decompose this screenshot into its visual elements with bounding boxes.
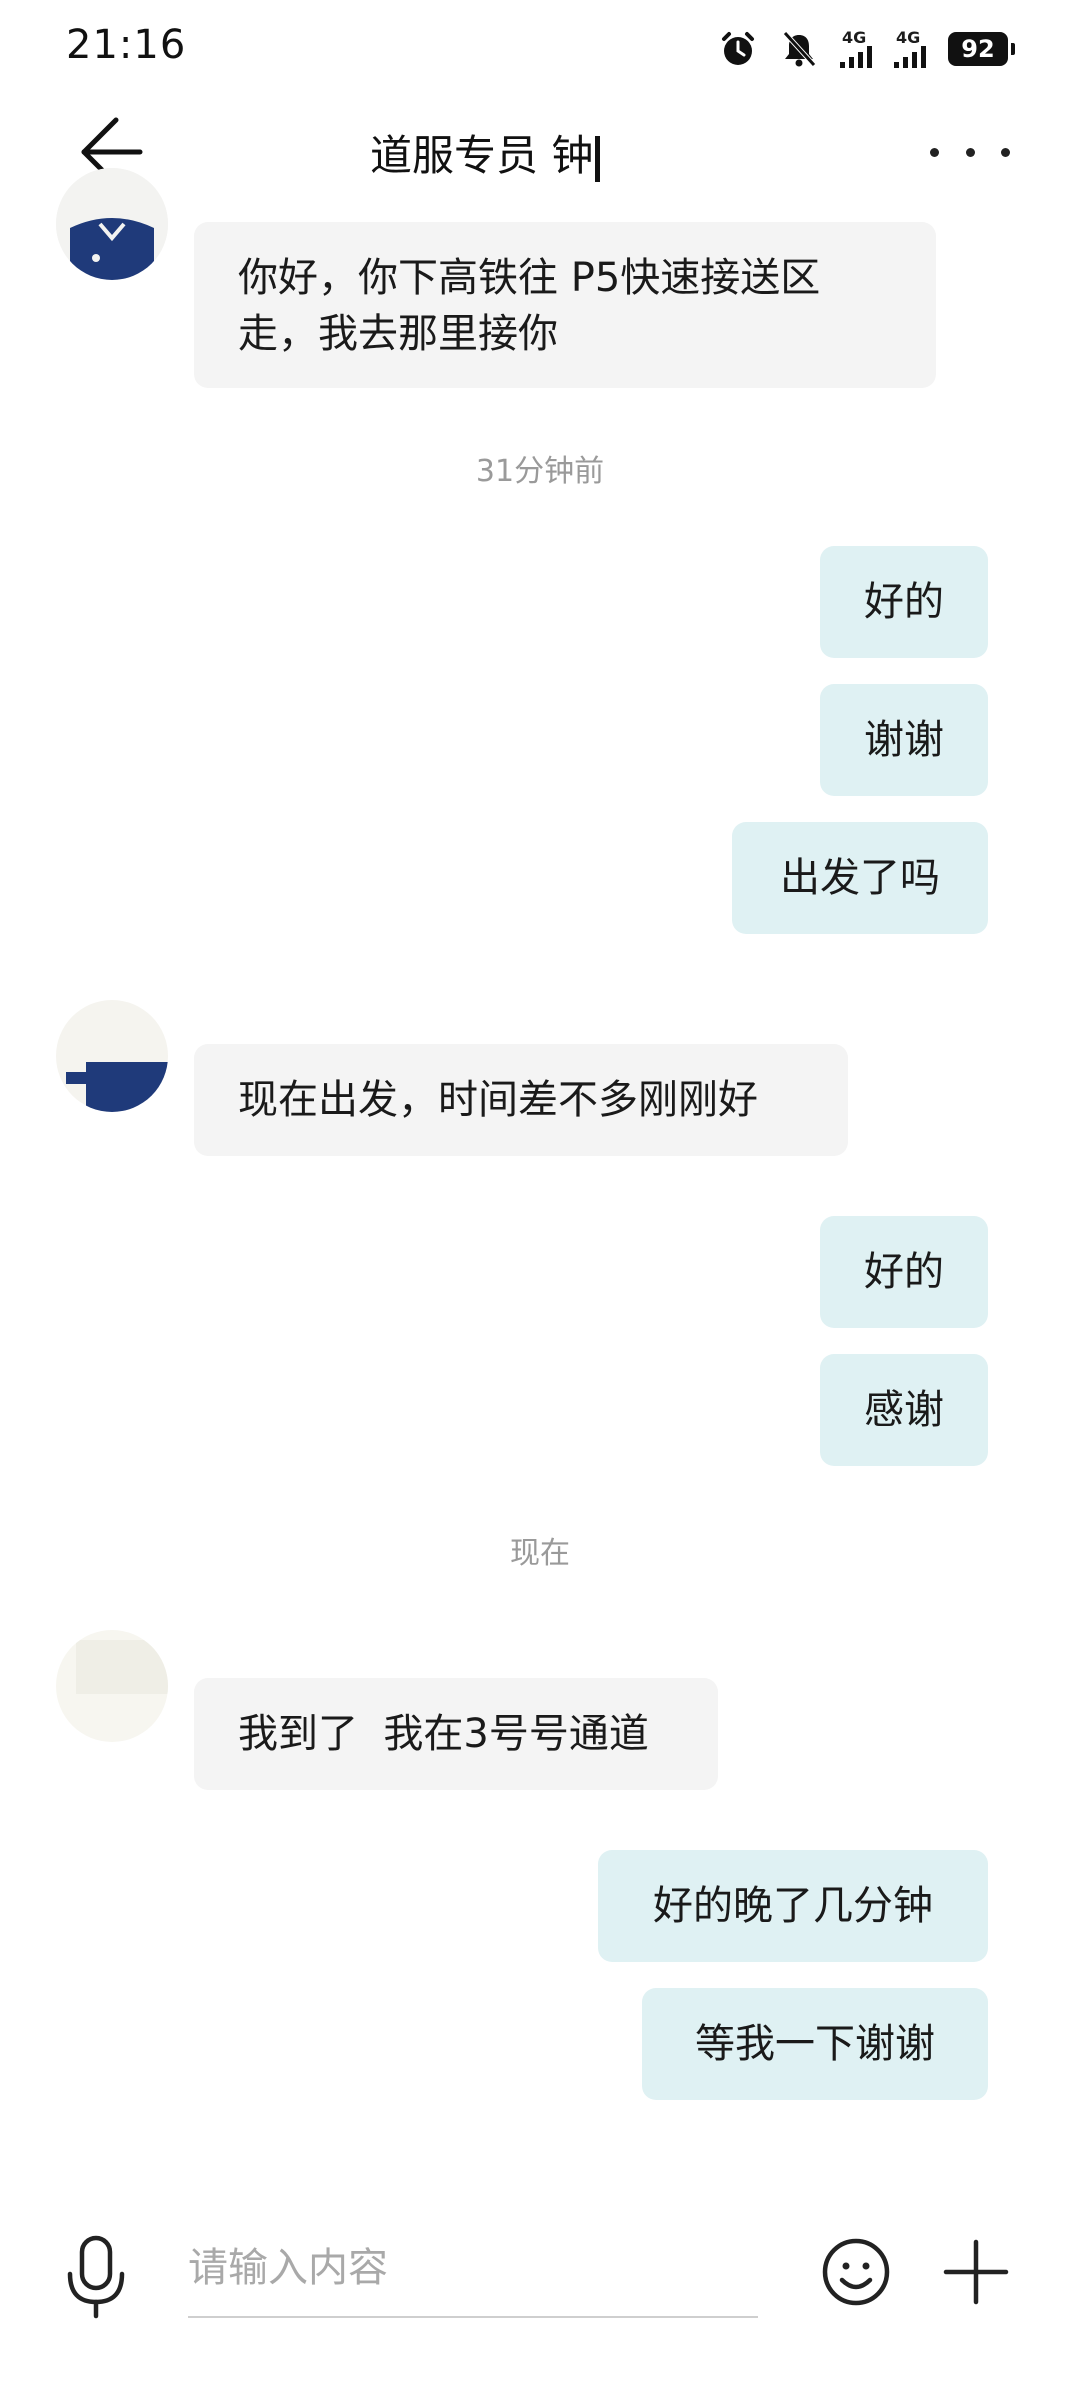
message-text: 出发了吗 (780, 855, 940, 901)
signal-icon-2: 4G (894, 30, 926, 68)
message-bubble-outgoing: 谢谢 (820, 684, 988, 796)
timestamp: 31分钟前 (475, 454, 605, 489)
title-cursor (595, 135, 601, 182)
signal-icon: 4G (840, 30, 872, 68)
network-label-2: 4G (896, 28, 921, 47)
message-bubble-incoming: 你好，你下高铁往 P5快速接送区走，我去那里接你 (194, 222, 936, 388)
timestamp: 现在 (510, 1536, 570, 1571)
more-icon (930, 147, 939, 157)
message-bubble-outgoing: 好的 (820, 546, 988, 658)
message-text: 现在出发，时间差不多刚刚好 (238, 1077, 758, 1123)
battery-icon: 92 (948, 32, 1015, 66)
person-avatar-icon (56, 1000, 168, 1112)
chat-title: 道服专员 钟 (370, 122, 601, 183)
message-text: 好的晚了几分钟 (653, 1883, 933, 1929)
contact-avatar[interactable] (56, 1630, 168, 1742)
plus-button[interactable] (940, 2236, 1012, 2308)
message-text: 好的 (864, 579, 944, 625)
more-button[interactable] (930, 132, 1010, 172)
message-bubble-outgoing: 好的晚了几分钟 (598, 1850, 988, 1962)
input-bar (0, 2210, 1080, 2370)
message-bubble-outgoing: 感谢 (820, 1354, 988, 1466)
message-bubble-outgoing: 等我一下谢谢 (642, 1988, 988, 2100)
network-label-1: 4G (842, 28, 867, 47)
message-text: 你好，你下高铁往 P5快速接送区走，我去那里接你 (238, 255, 821, 357)
voice-button[interactable] (62, 2232, 130, 2322)
person-avatar-icon (56, 1630, 168, 1742)
message-text: 等我一下谢谢 (695, 2021, 935, 2067)
status-time: 21:16 (66, 22, 187, 68)
contact-avatar[interactable] (56, 1000, 168, 1112)
chat-header: 道服专员 钟 (0, 96, 1080, 206)
microphone-icon (67, 2235, 125, 2319)
message-bubble-incoming: 现在出发，时间差不多刚刚好 (194, 1044, 848, 1156)
contact-avatar[interactable] (56, 168, 168, 280)
message-bubble-outgoing: 好的 (820, 1216, 988, 1328)
message-input[interactable] (188, 2220, 758, 2318)
message-bubble-incoming: 我到了 我在3号号通道 (194, 1678, 718, 1790)
status-icons: 4G 4G 92 (718, 24, 1015, 74)
person-avatar-icon (56, 168, 168, 280)
status-bar: 21:16 4G 4G 92 (0, 0, 1080, 96)
plus-icon (943, 2239, 1009, 2305)
emoji-icon (822, 2238, 890, 2306)
message-text: 我到了 我在3号号通道 (238, 1711, 649, 1757)
message-bubble-outgoing: 出发了吗 (732, 822, 988, 934)
message-text: 感谢 (864, 1387, 944, 1433)
alarm-icon (722, 32, 754, 65)
battery-level: 92 (961, 35, 995, 63)
emoji-button[interactable] (820, 2236, 892, 2308)
contact-name: 道服专员 钟 (370, 131, 594, 180)
message-text: 好的 (864, 1249, 944, 1295)
message-text: 谢谢 (864, 717, 944, 763)
mute-icon (783, 31, 816, 67)
